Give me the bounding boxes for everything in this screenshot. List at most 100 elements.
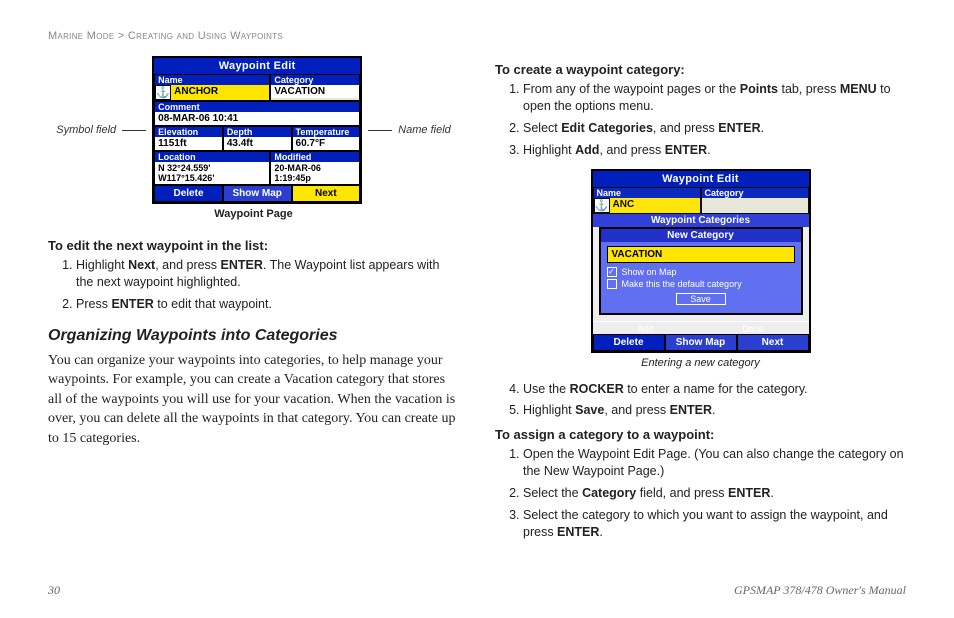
checkbox-icon[interactable]: ✓ <box>607 267 617 277</box>
breadcrumb-sep: > <box>118 30 125 42</box>
anchor-icon: ⚓ <box>594 198 610 213</box>
text-bold: ENTER <box>557 525 599 539</box>
label-temperature: Temperature <box>293 127 360 137</box>
label-category: Category <box>271 75 359 85</box>
field-name[interactable]: ANCHOR <box>171 85 269 100</box>
breadcrumb: Marine Mode > Creating and Using Waypoin… <box>48 30 906 42</box>
list-item: Select the Category field, and press ENT… <box>523 485 906 502</box>
text-bold: ENTER <box>718 121 760 135</box>
text-bold: Save <box>575 403 604 417</box>
callout-symbol-field: Symbol field <box>56 124 116 136</box>
breadcrumb-section: Marine Mode <box>48 30 114 42</box>
delete-button[interactable]: Delete <box>154 185 223 202</box>
add-button[interactable]: Add <box>637 324 653 334</box>
text-bold: Edit Categories <box>561 121 653 135</box>
save-button[interactable]: Save <box>676 293 726 305</box>
text: . <box>761 121 764 135</box>
text: Press <box>76 297 111 311</box>
breadcrumb-page: Creating and Using Waypoints <box>128 30 283 42</box>
list-edit-next: Highlight Next, and press ENTER. The Way… <box>48 257 459 313</box>
manual-title: GPSMAP 378/478 Owner's Manual <box>734 583 906 598</box>
overlay-title: New Category <box>601 229 801 242</box>
text: , and press <box>653 121 718 135</box>
text: , and press <box>599 143 664 157</box>
field-category[interactable]: VACATION <box>271 85 359 98</box>
text: Select <box>523 121 561 135</box>
heading-assign-category: To assign a category to a waypoint: <box>495 427 906 442</box>
text-bold: ROCKER <box>570 382 624 396</box>
screen-title: Waypoint Edit <box>154 58 360 74</box>
row-show-on-map[interactable]: ✓ Show on Map <box>607 267 795 277</box>
field-modified: 20-MAR-06 1:19:45p <box>271 162 359 184</box>
text: Highlight <box>76 258 128 272</box>
text: . <box>712 403 715 417</box>
text-bold: ENTER <box>111 297 153 311</box>
show-map-button-2[interactable]: Show Map <box>665 334 737 351</box>
field-depth[interactable]: 43.4ft <box>224 137 291 150</box>
list-assign-category: Open the Waypoint Edit Page. (You can al… <box>495 446 906 540</box>
field-location[interactable]: N 32°24.559' W117°15.426' <box>155 162 269 184</box>
label-elevation: Elevation <box>155 127 222 137</box>
text-bold: Points <box>740 82 778 96</box>
device-screen-waypoint-edit: Waypoint Edit Name ⚓ ANCHOR Category VAC… <box>152 56 362 204</box>
row-default-category[interactable]: Make this the default category <box>607 279 795 289</box>
label-comment: Comment <box>155 102 359 112</box>
page-number: 30 <box>48 583 60 598</box>
label-modified: Modified <box>271 152 359 162</box>
list-item: Highlight Add, and press ENTER. <box>523 142 906 159</box>
field-comment[interactable]: 08-MAR-06 10:41 <box>155 112 359 125</box>
delete-button-2[interactable]: Delete <box>593 334 665 351</box>
done-button[interactable]: Done <box>742 324 764 334</box>
figure2-caption: Entering a new category <box>641 357 760 369</box>
text: tab, press <box>778 82 840 96</box>
heading-create-category: To create a waypoint category: <box>495 62 906 77</box>
show-map-button[interactable]: Show Map <box>223 185 292 202</box>
text: . <box>707 143 710 157</box>
label-show-on-map: Show on Map <box>622 267 677 277</box>
text: . <box>599 525 602 539</box>
label-depth: Depth <box>224 127 291 137</box>
callout-line-right <box>368 130 392 131</box>
anchor-icon: ⚓ <box>155 85 171 100</box>
list-item: Use the ROCKER to enter a name for the c… <box>523 381 906 398</box>
field-elevation[interactable]: 1151ft <box>155 137 222 150</box>
screen-title-2: Waypoint Edit <box>593 171 809 187</box>
text-bold: ENTER <box>665 143 707 157</box>
text: field, and press <box>636 486 728 500</box>
next-button[interactable]: Next <box>292 185 361 202</box>
para-organizing: You can organize your waypoints into cat… <box>48 351 459 449</box>
text-bold: Category <box>582 486 636 500</box>
list-create-category-cont: Use the ROCKER to enter a name for the c… <box>495 381 906 420</box>
next-button-2[interactable]: Next <box>737 334 809 351</box>
new-category-input[interactable]: VACATION <box>607 246 795 263</box>
device-screen-new-category: Waypoint Edit Name ⚓ANC Category Waypoin… <box>591 169 811 353</box>
text: Highlight <box>523 143 575 157</box>
text: Select the <box>523 486 582 500</box>
right-column: To create a waypoint category: From any … <box>495 56 906 549</box>
bg-field-name: ANC <box>610 198 700 213</box>
field-temperature[interactable]: 60.7°F <box>293 137 360 150</box>
label-category-2: Category <box>702 188 808 198</box>
figure-waypoint-page: Symbol field Waypoint Edit Name ⚓ ANCHOR <box>48 56 459 220</box>
callout-line-left <box>122 130 146 131</box>
list-item: Highlight Next, and press ENTER. The Way… <box>76 257 459 291</box>
text-bold: Next <box>128 258 155 272</box>
label-name-2: Name <box>594 188 700 198</box>
text-bold: ENTER <box>728 486 770 500</box>
heading-organizing: Organizing Waypoints into Categories <box>48 327 459 345</box>
label-name: Name <box>155 75 269 85</box>
heading-edit-next: To edit the next waypoint in the list: <box>48 238 459 253</box>
overlay-footer: Add Done <box>593 321 809 334</box>
list-item: Select the category to which you want to… <box>523 507 906 541</box>
list-item: Highlight Save, and press ENTER. <box>523 402 906 419</box>
figure1-caption: Waypoint Page <box>214 208 292 220</box>
text: . <box>770 486 773 500</box>
checkbox-icon[interactable] <box>607 279 617 289</box>
left-column: Symbol field Waypoint Edit Name ⚓ ANCHOR <box>48 56 459 549</box>
overlay-new-category: New Category VACATION ✓ Show on Map Make… <box>599 227 803 315</box>
figure-new-category: Waypoint Edit Name ⚓ANC Category Waypoin… <box>495 169 906 369</box>
overlay-waypoint-categories: Waypoint Categories <box>593 214 809 227</box>
label-location: Location <box>155 152 269 162</box>
list-item: Open the Waypoint Edit Page. (You can al… <box>523 446 906 480</box>
list-item: From any of the waypoint pages or the Po… <box>523 81 906 115</box>
